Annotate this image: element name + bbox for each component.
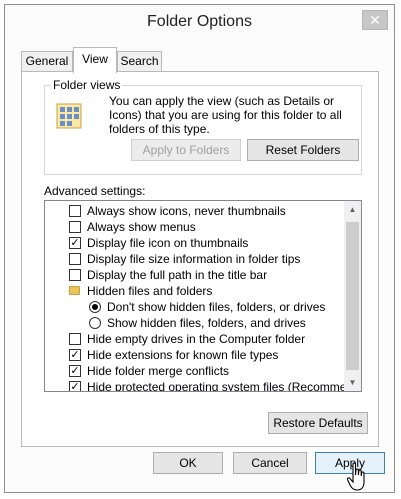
checkbox-checked[interactable]: ✓ — [69, 237, 81, 249]
window-title: Folder Options — [147, 13, 252, 30]
advanced-settings-label: Advanced settings: — [44, 184, 146, 198]
radio[interactable] — [89, 317, 101, 329]
ok-button[interactable]: OK — [153, 452, 223, 474]
list-item-always-show-icons[interactable]: Always show icons, never thumbnails — [45, 203, 345, 219]
close-button[interactable]: ✕ — [362, 10, 388, 30]
advanced-settings-list[interactable]: Always show icons, never thumbnails Alwa… — [44, 200, 362, 392]
checkbox[interactable] — [69, 269, 81, 281]
scroll-up-arrow-icon[interactable]: ▲ — [344, 201, 361, 218]
folder-icon — [69, 286, 80, 295]
close-icon: ✕ — [369, 12, 381, 28]
checkbox-checked[interactable]: ✓ — [69, 381, 81, 391]
radio-selected[interactable] — [89, 301, 101, 313]
list-item-hide-empty-drives[interactable]: Hide empty drives in the Computer folder — [45, 331, 345, 347]
folder-views-legend: Folder views — [51, 78, 123, 92]
folder-options-window: Folder Options ✕ General View Search Fol… — [4, 4, 395, 493]
folder-view-icon — [56, 103, 82, 129]
list-item-dont-show-hidden[interactable]: Don't show hidden files, folders, or dri… — [45, 299, 345, 315]
list-item-hide-extensions[interactable]: ✓ Hide extensions for known file types — [45, 347, 345, 363]
view-tab-panel: Folder views You can apply the view (suc… — [21, 71, 379, 447]
list-item-hide-merge-conflicts[interactable]: ✓ Hide folder merge conflicts — [45, 363, 345, 379]
checkbox[interactable] — [69, 253, 81, 265]
scrollbar-thumb[interactable] — [346, 222, 359, 370]
apply-to-folders-button[interactable]: Apply to Folders — [131, 139, 241, 161]
list-item-display-file-icon[interactable]: ✓ Display file icon on thumbnails — [45, 235, 345, 251]
tab-view[interactable]: View — [73, 47, 117, 73]
checkbox[interactable] — [69, 333, 81, 345]
checkbox-checked[interactable]: ✓ — [69, 349, 81, 361]
title-bar: Folder Options ✕ — [5, 5, 394, 39]
cancel-button[interactable]: Cancel — [233, 452, 307, 474]
list-item-show-hidden[interactable]: Show hidden files, folders, and drives — [45, 315, 345, 331]
tab-general[interactable]: General — [21, 51, 73, 72]
reset-folders-button[interactable]: Reset Folders — [247, 139, 359, 161]
list-item-always-show-menus[interactable]: Always show menus — [45, 219, 345, 235]
tab-search[interactable]: Search — [117, 51, 162, 72]
checkbox[interactable] — [69, 205, 81, 217]
list-item-hidden-files-folders: Hidden files and folders — [45, 283, 345, 299]
hand-pointer-icon — [346, 462, 365, 491]
list-item-display-file-size[interactable]: Display file size information in folder … — [45, 251, 345, 267]
list-item-hide-protected-os-files[interactable]: ✓ Hide protected operating system files … — [45, 379, 361, 391]
list-item-display-full-path[interactable]: Display the full path in the title bar — [45, 267, 345, 283]
folder-views-group: Folder views You can apply the view (suc… — [44, 78, 362, 175]
scroll-down-arrow-icon[interactable]: ▼ — [344, 374, 361, 391]
checkbox-checked[interactable]: ✓ — [69, 365, 81, 377]
folder-views-description: You can apply the view (such as Details … — [109, 94, 342, 136]
restore-defaults-button[interactable]: Restore Defaults — [268, 412, 368, 434]
vertical-scrollbar[interactable]: ▲ ▼ — [344, 201, 361, 391]
checkbox[interactable] — [69, 221, 81, 233]
